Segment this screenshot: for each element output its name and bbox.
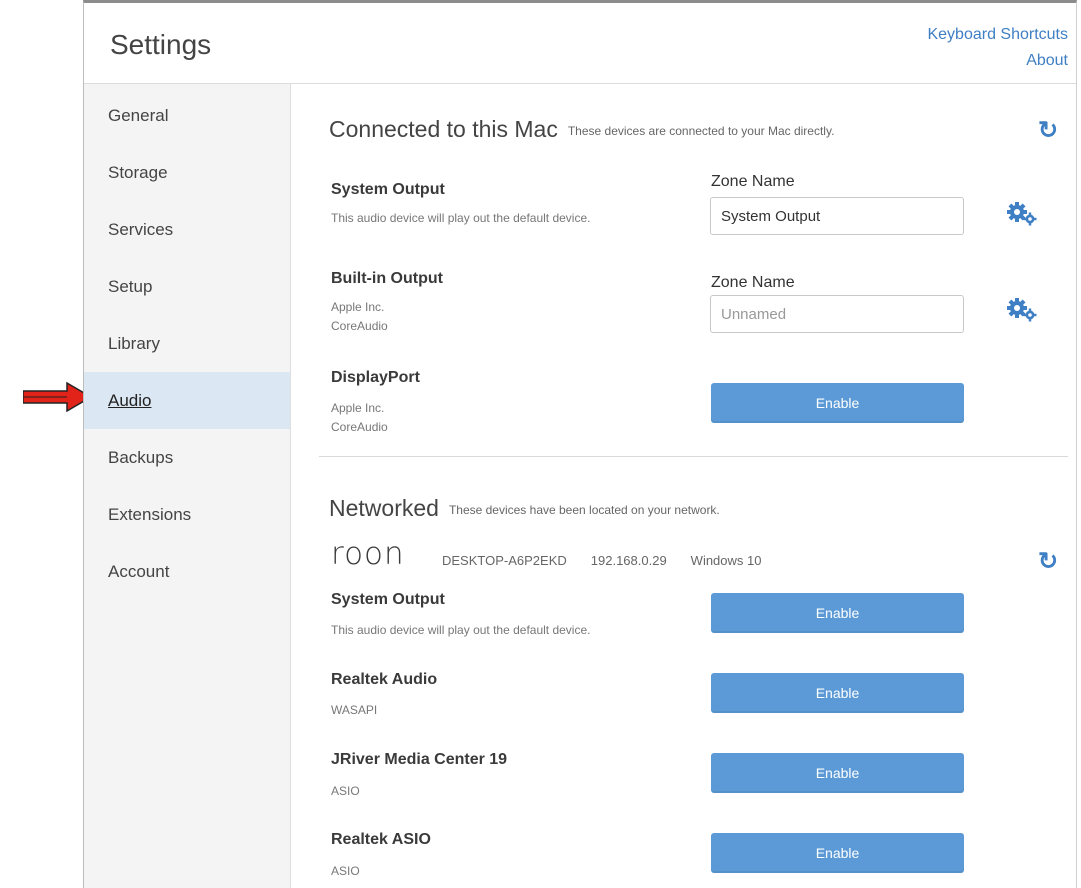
device-name: Realtek ASIO — [331, 831, 431, 848]
device-driver: ASIO — [331, 784, 360, 798]
connected-title-text: Connected to this Mac — [329, 116, 558, 142]
zone-name-input[interactable] — [710, 295, 964, 333]
device-driver: ASIO — [331, 864, 360, 878]
page-title: Settings — [110, 29, 212, 60]
device-driver: CoreAudio — [331, 420, 388, 434]
device-driver: CoreAudio — [331, 319, 388, 333]
device-description: This audio device will play out the defa… — [331, 211, 591, 225]
host-name: DESKTOP-A6P2EKD — [442, 553, 567, 568]
enable-button[interactable]: Enable — [711, 753, 964, 793]
sidebar-item-label: Library — [108, 334, 160, 353]
sidebar-item-label: Setup — [108, 277, 153, 296]
device-description: This audio device will play out the defa… — [331, 623, 591, 637]
device-name: DisplayPort — [331, 369, 420, 386]
settings-header: Settings Keyboard Shortcuts About — [84, 3, 1076, 84]
device-manufacturer: Apple Inc. — [331, 300, 385, 314]
device-name: Built-in Output — [331, 270, 443, 287]
sidebar-item-label: General — [108, 106, 169, 125]
device-driver: WASAPI — [331, 703, 378, 717]
host-ip: 192.168.0.29 — [590, 553, 667, 568]
sidebar-item-library[interactable]: Library — [84, 315, 290, 372]
connected-section-title: Connected to this Mac These devices are c… — [329, 116, 834, 143]
audio-content: Connected to this Mac These devices are c… — [291, 84, 1076, 888]
enable-button[interactable]: Enable — [711, 383, 964, 423]
zone-name-label: Zone Name — [711, 173, 795, 190]
about-link[interactable]: About — [927, 48, 1068, 74]
roon-logo: roon — [331, 536, 405, 572]
zone-name-input[interactable] — [710, 197, 964, 235]
enable-button[interactable]: Enable — [711, 593, 964, 633]
sidebar-item-label: Services — [108, 220, 174, 239]
enable-button[interactable]: Enable — [711, 673, 964, 713]
device-name: Realtek Audio — [331, 671, 438, 688]
sidebar-item-storage[interactable]: Storage — [84, 144, 290, 201]
sidebar-item-audio[interactable]: Audio — [84, 372, 290, 429]
connected-description: These devices are connected to your Mac … — [567, 123, 835, 138]
gears-icon[interactable] — [1006, 297, 1038, 323]
device-manufacturer: Apple Inc. — [331, 401, 385, 415]
device-name: JRiver Media Center 19 — [331, 751, 508, 768]
keyboard-shortcuts-link[interactable]: Keyboard Shortcuts — [927, 22, 1068, 48]
sidebar-item-label: Extensions — [108, 505, 192, 524]
networked-description: These devices have been located on your … — [448, 502, 720, 517]
sidebar-item-account[interactable]: Account — [84, 543, 290, 600]
networked-section-title: Networked These devices have been located… — [329, 495, 720, 522]
settings-window: Settings Keyboard Shortcuts About Genera… — [83, 0, 1077, 888]
device-name: System Output — [331, 181, 445, 198]
networked-title-text: Networked — [329, 495, 439, 521]
sidebar-item-label: Account — [108, 562, 170, 581]
section-divider — [319, 456, 1068, 457]
host-os: Windows 10 — [690, 553, 762, 568]
zone-name-label: Zone Name — [711, 274, 795, 291]
sidebar-item-setup[interactable]: Setup — [84, 258, 290, 315]
sidebar-item-general[interactable]: General — [84, 87, 290, 144]
refresh-icon[interactable]: ↻ — [1038, 550, 1058, 574]
gears-icon[interactable] — [1006, 201, 1038, 227]
sidebar-item-extensions[interactable]: Extensions — [84, 486, 290, 543]
header-links: Keyboard Shortcuts About — [927, 22, 1068, 74]
host-info: DESKTOP-A6P2EKD 192.168.0.29 Windows 10 — [442, 553, 785, 568]
refresh-icon[interactable]: ↻ — [1038, 119, 1058, 143]
settings-sidebar: General Storage Services Setup Library A… — [84, 84, 291, 888]
device-name: System Output — [331, 591, 445, 608]
sidebar-item-services[interactable]: Services — [84, 201, 290, 258]
enable-button[interactable]: Enable — [711, 833, 964, 873]
sidebar-item-label: Backups — [108, 448, 174, 467]
sidebar-item-label: Audio — [108, 391, 152, 410]
sidebar-item-backups[interactable]: Backups — [84, 429, 290, 486]
sidebar-item-label: Storage — [108, 163, 168, 182]
